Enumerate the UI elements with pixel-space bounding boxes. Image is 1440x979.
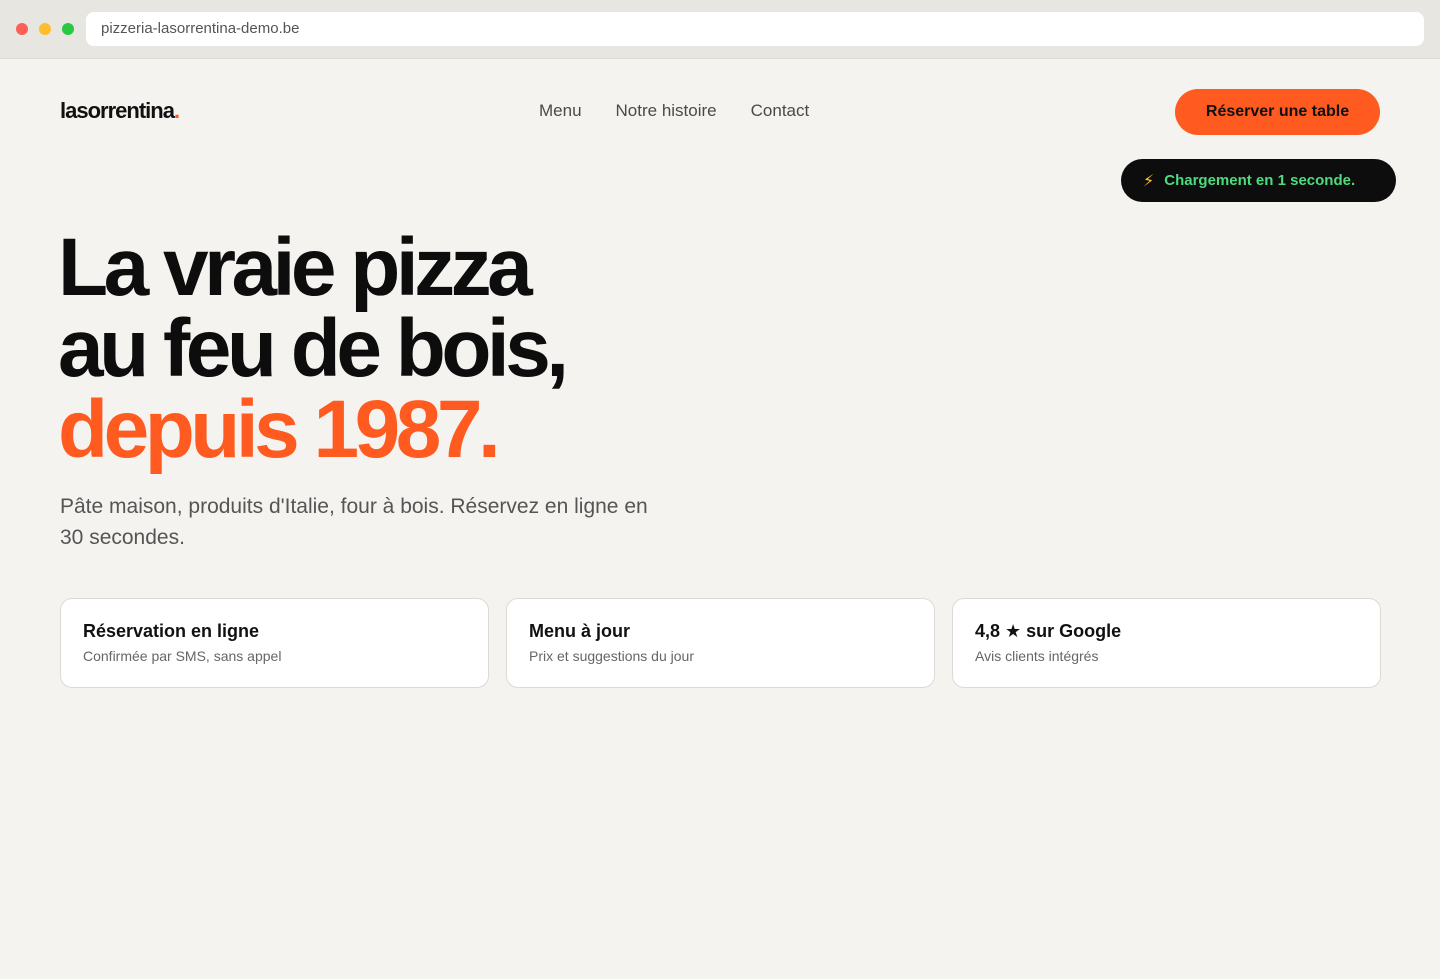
window-controls bbox=[16, 23, 74, 35]
reserve-table-button[interactable]: Réserver une table bbox=[1175, 89, 1380, 135]
url-text: pizzeria-lasorrentina-demo.be bbox=[101, 20, 300, 37]
nav-link-menu[interactable]: Menu bbox=[539, 101, 582, 121]
hero-subtitle: Pâte maison, produits d'Italie, four à b… bbox=[60, 495, 648, 549]
feature-title: Réservation en ligne bbox=[83, 621, 260, 641]
main-nav: Menu Notre histoire Contact bbox=[539, 101, 809, 121]
site-logo[interactable]: lasorrentina. bbox=[60, 98, 180, 124]
loading-speed-badge: ⚡ Chargement en 1 seconde. bbox=[1121, 159, 1396, 202]
feature-card-google-rating: 4,8 ★ sur Google Avis clients intégrés bbox=[952, 598, 1381, 688]
feature-title: 4,8 ★ sur Google bbox=[975, 621, 1122, 641]
headline-line-1: La vraie pizza bbox=[58, 222, 533, 313]
feature-description: Avis clients intégrés bbox=[975, 648, 1099, 664]
feature-card-menu: Menu à jour Prix et suggestions du jour bbox=[506, 598, 935, 688]
headline-line-2: au feu de bois, bbox=[58, 303, 569, 394]
logo-dot: . bbox=[173, 98, 180, 123]
nav-link-contact[interactable]: Contact bbox=[751, 101, 810, 121]
browser-chrome: pizzeria-lasorrentina-demo.be bbox=[0, 0, 1440, 59]
nav-link-notre-histoire[interactable]: Notre histoire bbox=[616, 101, 717, 121]
minimize-window-button[interactable] bbox=[39, 23, 51, 35]
close-window-button[interactable] bbox=[16, 23, 28, 35]
hero-headline: La vraie pizza au feu de bois, depuis 19… bbox=[58, 227, 569, 471]
lightning-icon: ⚡ bbox=[1143, 172, 1155, 190]
feature-description: Prix et suggestions du jour bbox=[529, 648, 694, 664]
logo-text: lasorrentina bbox=[60, 98, 175, 123]
page-content: lasorrentina. Menu Notre histoire Contac… bbox=[0, 59, 1440, 979]
feature-description: Confirmée par SMS, sans appel bbox=[83, 648, 282, 664]
feature-card-reservation: Réservation en ligne Confirmée par SMS, … bbox=[60, 598, 489, 688]
feature-cards: Réservation en ligne Confirmée par SMS, … bbox=[60, 598, 1381, 688]
feature-title: Menu à jour bbox=[529, 621, 631, 641]
badge-text: Chargement en 1 seconde. bbox=[1164, 172, 1356, 189]
headline-line-3: depuis 1987. bbox=[58, 384, 501, 475]
address-bar[interactable]: pizzeria-lasorrentina-demo.be bbox=[86, 12, 1424, 46]
maximize-window-button[interactable] bbox=[62, 23, 74, 35]
